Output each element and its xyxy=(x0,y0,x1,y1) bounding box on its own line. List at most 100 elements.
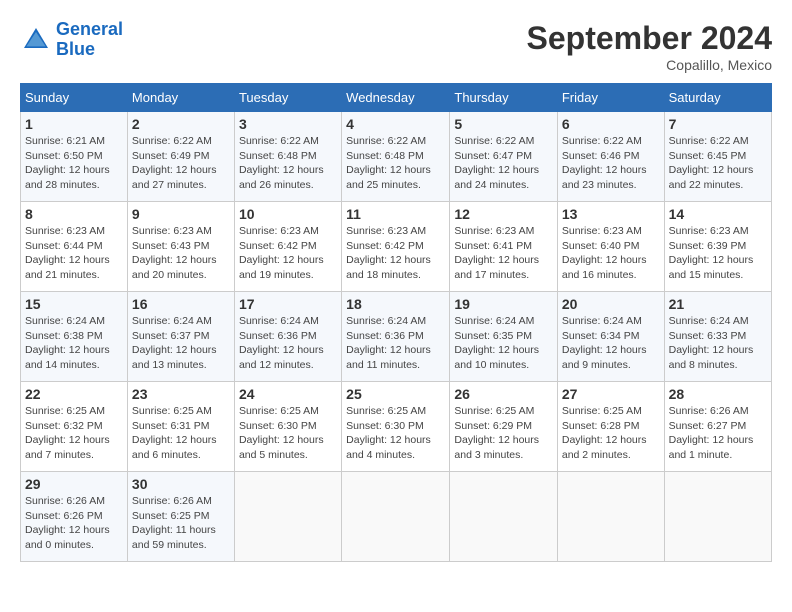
day-info: Sunrise: 6:23 AM Sunset: 6:41 PM Dayligh… xyxy=(454,224,552,283)
calendar-cell: 14 Sunrise: 6:23 AM Sunset: 6:39 PM Dayli… xyxy=(664,202,771,292)
calendar-cell xyxy=(342,472,450,562)
day-number: 12 xyxy=(454,206,552,222)
calendar-cell: 24 Sunrise: 6:25 AM Sunset: 6:30 PM Dayli… xyxy=(234,382,341,472)
calendar-cell: 27 Sunrise: 6:25 AM Sunset: 6:28 PM Dayli… xyxy=(557,382,664,472)
day-number: 3 xyxy=(239,116,337,132)
day-number: 15 xyxy=(25,296,123,312)
weekday-header: Thursday xyxy=(450,84,557,112)
calendar-cell: 20 Sunrise: 6:24 AM Sunset: 6:34 PM Dayli… xyxy=(557,292,664,382)
day-number: 19 xyxy=(454,296,552,312)
calendar-cell: 23 Sunrise: 6:25 AM Sunset: 6:31 PM Dayli… xyxy=(127,382,234,472)
day-number: 24 xyxy=(239,386,337,402)
day-info: Sunrise: 6:24 AM Sunset: 6:38 PM Dayligh… xyxy=(25,314,123,373)
day-number: 5 xyxy=(454,116,552,132)
day-number: 28 xyxy=(669,386,767,402)
day-number: 14 xyxy=(669,206,767,222)
calendar-cell: 5 Sunrise: 6:22 AM Sunset: 6:47 PM Daylig… xyxy=(450,112,557,202)
location: Copalillo, Mexico xyxy=(527,57,772,73)
day-number: 1 xyxy=(25,116,123,132)
day-number: 8 xyxy=(25,206,123,222)
day-number: 4 xyxy=(346,116,445,132)
day-info: Sunrise: 6:24 AM Sunset: 6:35 PM Dayligh… xyxy=(454,314,552,373)
day-number: 13 xyxy=(562,206,660,222)
day-number: 10 xyxy=(239,206,337,222)
calendar-cell: 11 Sunrise: 6:23 AM Sunset: 6:42 PM Dayli… xyxy=(342,202,450,292)
day-number: 27 xyxy=(562,386,660,402)
calendar-cell: 4 Sunrise: 6:22 AM Sunset: 6:48 PM Daylig… xyxy=(342,112,450,202)
day-number: 21 xyxy=(669,296,767,312)
calendar-cell xyxy=(664,472,771,562)
day-number: 30 xyxy=(132,476,230,492)
calendar-cell: 12 Sunrise: 6:23 AM Sunset: 6:41 PM Dayli… xyxy=(450,202,557,292)
day-info: Sunrise: 6:24 AM Sunset: 6:36 PM Dayligh… xyxy=(346,314,445,373)
day-info: Sunrise: 6:21 AM Sunset: 6:50 PM Dayligh… xyxy=(25,134,123,193)
day-number: 20 xyxy=(562,296,660,312)
logo-text: General Blue xyxy=(56,20,123,60)
day-info: Sunrise: 6:25 AM Sunset: 6:31 PM Dayligh… xyxy=(132,404,230,463)
day-info: Sunrise: 6:22 AM Sunset: 6:47 PM Dayligh… xyxy=(454,134,552,193)
day-info: Sunrise: 6:23 AM Sunset: 6:39 PM Dayligh… xyxy=(669,224,767,283)
page-header: General Blue September 2024 Copalillo, M… xyxy=(20,20,772,73)
calendar-cell: 25 Sunrise: 6:25 AM Sunset: 6:30 PM Dayli… xyxy=(342,382,450,472)
day-info: Sunrise: 6:24 AM Sunset: 6:36 PM Dayligh… xyxy=(239,314,337,373)
calendar-table: SundayMondayTuesdayWednesdayThursdayFrid… xyxy=(20,83,772,562)
weekday-header: Sunday xyxy=(21,84,128,112)
day-number: 23 xyxy=(132,386,230,402)
day-number: 22 xyxy=(25,386,123,402)
day-number: 9 xyxy=(132,206,230,222)
day-info: Sunrise: 6:26 AM Sunset: 6:27 PM Dayligh… xyxy=(669,404,767,463)
day-info: Sunrise: 6:25 AM Sunset: 6:30 PM Dayligh… xyxy=(239,404,337,463)
calendar-cell: 13 Sunrise: 6:23 AM Sunset: 6:40 PM Dayli… xyxy=(557,202,664,292)
day-number: 16 xyxy=(132,296,230,312)
calendar-cell: 18 Sunrise: 6:24 AM Sunset: 6:36 PM Dayli… xyxy=(342,292,450,382)
day-info: Sunrise: 6:23 AM Sunset: 6:40 PM Dayligh… xyxy=(562,224,660,283)
day-info: Sunrise: 6:23 AM Sunset: 6:43 PM Dayligh… xyxy=(132,224,230,283)
day-number: 18 xyxy=(346,296,445,312)
weekday-header: Wednesday xyxy=(342,84,450,112)
day-info: Sunrise: 6:25 AM Sunset: 6:28 PM Dayligh… xyxy=(562,404,660,463)
calendar-cell xyxy=(234,472,341,562)
weekday-header: Tuesday xyxy=(234,84,341,112)
day-number: 29 xyxy=(25,476,123,492)
calendar-cell: 2Sunrise: 6:22 AM Sunset: 6:49 PM Daylig… xyxy=(127,112,234,202)
day-number: 25 xyxy=(346,386,445,402)
calendar-cell: 10Sunrise: 6:23 AM Sunset: 6:42 PM Dayli… xyxy=(234,202,341,292)
title-block: September 2024 Copalillo, Mexico xyxy=(527,20,772,73)
calendar-cell: 26 Sunrise: 6:25 AM Sunset: 6:29 PM Dayli… xyxy=(450,382,557,472)
day-info: Sunrise: 6:25 AM Sunset: 6:32 PM Dayligh… xyxy=(25,404,123,463)
day-info: Sunrise: 6:22 AM Sunset: 6:46 PM Dayligh… xyxy=(562,134,660,193)
weekday-header: Friday xyxy=(557,84,664,112)
calendar-cell: 29 Sunrise: 6:26 AM Sunset: 6:26 PM Dayli… xyxy=(21,472,128,562)
weekday-header-row: SundayMondayTuesdayWednesdayThursdayFrid… xyxy=(21,84,772,112)
calendar-cell: 30 Sunrise: 6:26 AM Sunset: 6:25 PM Dayli… xyxy=(127,472,234,562)
day-number: 2 xyxy=(132,116,230,132)
day-number: 26 xyxy=(454,386,552,402)
calendar-cell: 16 Sunrise: 6:24 AM Sunset: 6:37 PM Dayli… xyxy=(127,292,234,382)
calendar-cell: 9 Sunrise: 6:23 AM Sunset: 6:43 PM Daylig… xyxy=(127,202,234,292)
calendar-cell xyxy=(450,472,557,562)
calendar-week-row: 8 Sunrise: 6:23 AM Sunset: 6:44 PM Daylig… xyxy=(21,202,772,292)
calendar-cell: 15 Sunrise: 6:24 AM Sunset: 6:38 PM Dayli… xyxy=(21,292,128,382)
day-info: Sunrise: 6:22 AM Sunset: 6:48 PM Dayligh… xyxy=(346,134,445,193)
weekday-header: Monday xyxy=(127,84,234,112)
calendar-cell: 8 Sunrise: 6:23 AM Sunset: 6:44 PM Daylig… xyxy=(21,202,128,292)
day-number: 11 xyxy=(346,206,445,222)
calendar-cell: 28 Sunrise: 6:26 AM Sunset: 6:27 PM Dayli… xyxy=(664,382,771,472)
day-info: Sunrise: 6:26 AM Sunset: 6:26 PM Dayligh… xyxy=(25,494,123,553)
day-info: Sunrise: 6:25 AM Sunset: 6:29 PM Dayligh… xyxy=(454,404,552,463)
calendar-cell xyxy=(557,472,664,562)
calendar-week-row: 29 Sunrise: 6:26 AM Sunset: 6:26 PM Dayli… xyxy=(21,472,772,562)
day-info: Sunrise: 6:25 AM Sunset: 6:30 PM Dayligh… xyxy=(346,404,445,463)
day-info: Sunrise: 6:24 AM Sunset: 6:34 PM Dayligh… xyxy=(562,314,660,373)
day-number: 7 xyxy=(669,116,767,132)
calendar-cell: 22 Sunrise: 6:25 AM Sunset: 6:32 PM Dayli… xyxy=(21,382,128,472)
logo: General Blue xyxy=(20,20,123,60)
calendar-week-row: 15 Sunrise: 6:24 AM Sunset: 6:38 PM Dayli… xyxy=(21,292,772,382)
day-info: Sunrise: 6:26 AM Sunset: 6:25 PM Dayligh… xyxy=(132,494,230,553)
day-info: Sunrise: 6:24 AM Sunset: 6:37 PM Dayligh… xyxy=(132,314,230,373)
calendar-cell: 3Sunrise: 6:22 AM Sunset: 6:48 PM Daylig… xyxy=(234,112,341,202)
calendar-cell: 17Sunrise: 6:24 AM Sunset: 6:36 PM Dayli… xyxy=(234,292,341,382)
day-info: Sunrise: 6:23 AM Sunset: 6:44 PM Dayligh… xyxy=(25,224,123,283)
day-info: Sunrise: 6:23 AM Sunset: 6:42 PM Dayligh… xyxy=(346,224,445,283)
calendar-cell: 21Sunrise: 6:24 AM Sunset: 6:33 PM Dayli… xyxy=(664,292,771,382)
